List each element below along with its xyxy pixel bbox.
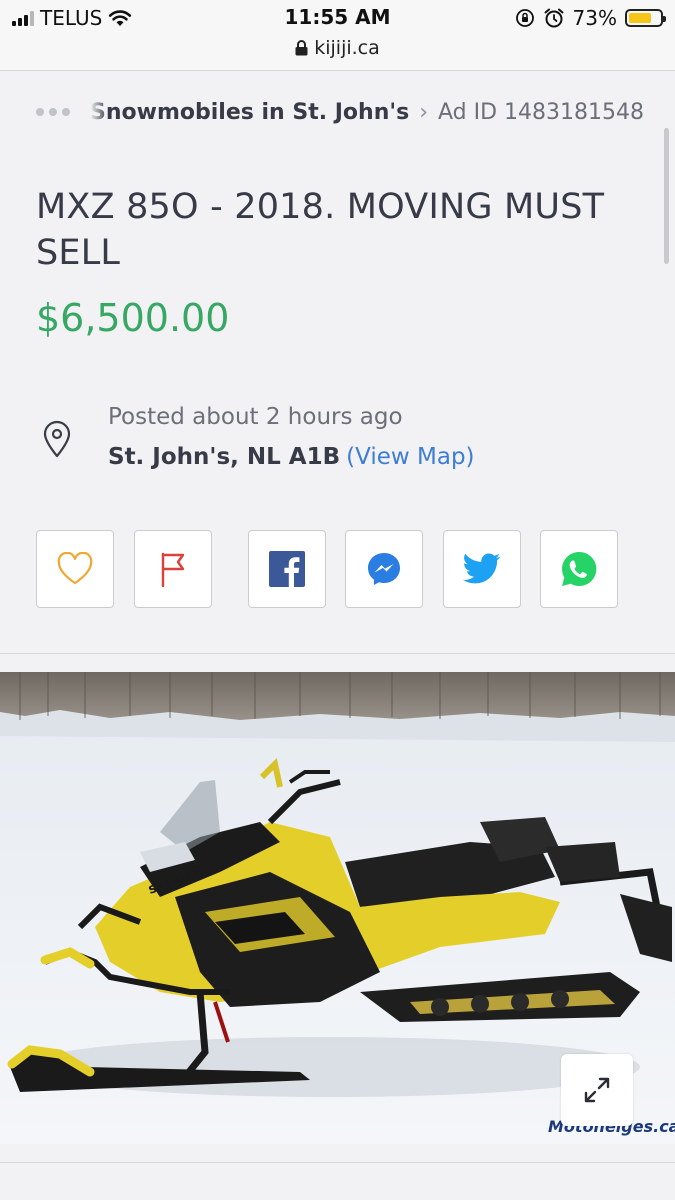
breadcrumb: Snowmobiles in St. John's › Ad ID 148318… bbox=[36, 95, 656, 129]
share-twitter-button[interactable] bbox=[442, 530, 521, 608]
expand-icon bbox=[584, 1077, 610, 1103]
section-divider-bottom bbox=[0, 1162, 675, 1163]
location-pin-icon bbox=[43, 420, 71, 458]
location-text: St. John's, NL A1B bbox=[108, 444, 341, 470]
report-button[interactable] bbox=[133, 530, 212, 608]
battery-icon bbox=[625, 9, 666, 27]
messenger-icon bbox=[368, 553, 400, 585]
view-map-link[interactable]: (View Map) bbox=[346, 444, 474, 470]
favourite-button[interactable] bbox=[36, 530, 114, 608]
address-bar[interactable]: kijiji.ca bbox=[0, 37, 675, 59]
status-right: 73% bbox=[515, 6, 666, 30]
posted-time: Posted about 2 hours ago bbox=[108, 404, 403, 430]
breadcrumb-category-link[interactable]: Snowmobiles in St. John's bbox=[90, 100, 409, 125]
listing-location: St. John's, NL A1B (View Map) bbox=[108, 444, 475, 470]
alarm-icon bbox=[544, 8, 564, 28]
status-bar: TELUS 11:55 AM 73% kijiji.ca bbox=[0, 0, 675, 71]
breadcrumb-more-icon[interactable] bbox=[36, 108, 70, 116]
expand-photo-button[interactable] bbox=[561, 1054, 633, 1126]
facebook-icon bbox=[268, 551, 305, 587]
url-text: kijiji.ca bbox=[314, 37, 380, 59]
heart-icon bbox=[57, 552, 93, 585]
twitter-icon bbox=[462, 553, 500, 584]
share-whatsapp-button[interactable] bbox=[540, 530, 618, 608]
section-divider bbox=[0, 653, 675, 654]
battery-percent: 73% bbox=[572, 6, 617, 30]
flag-icon bbox=[161, 552, 184, 588]
share-messenger-button[interactable] bbox=[345, 530, 423, 608]
ad-id: Ad ID 1483181548 bbox=[438, 99, 645, 125]
share-facebook-button[interactable] bbox=[247, 530, 326, 608]
whatsapp-icon bbox=[562, 551, 597, 586]
action-buttons bbox=[36, 530, 618, 608]
orientation-lock-icon bbox=[515, 9, 534, 27]
listing-price: $6,500.00 bbox=[36, 296, 230, 340]
scrollbar[interactable] bbox=[664, 128, 669, 264]
lock-icon bbox=[295, 40, 308, 56]
breadcrumb-separator: › bbox=[419, 99, 428, 125]
listing-title: MXZ 85O - 2018. MOVING MUST SELL bbox=[36, 187, 605, 273]
